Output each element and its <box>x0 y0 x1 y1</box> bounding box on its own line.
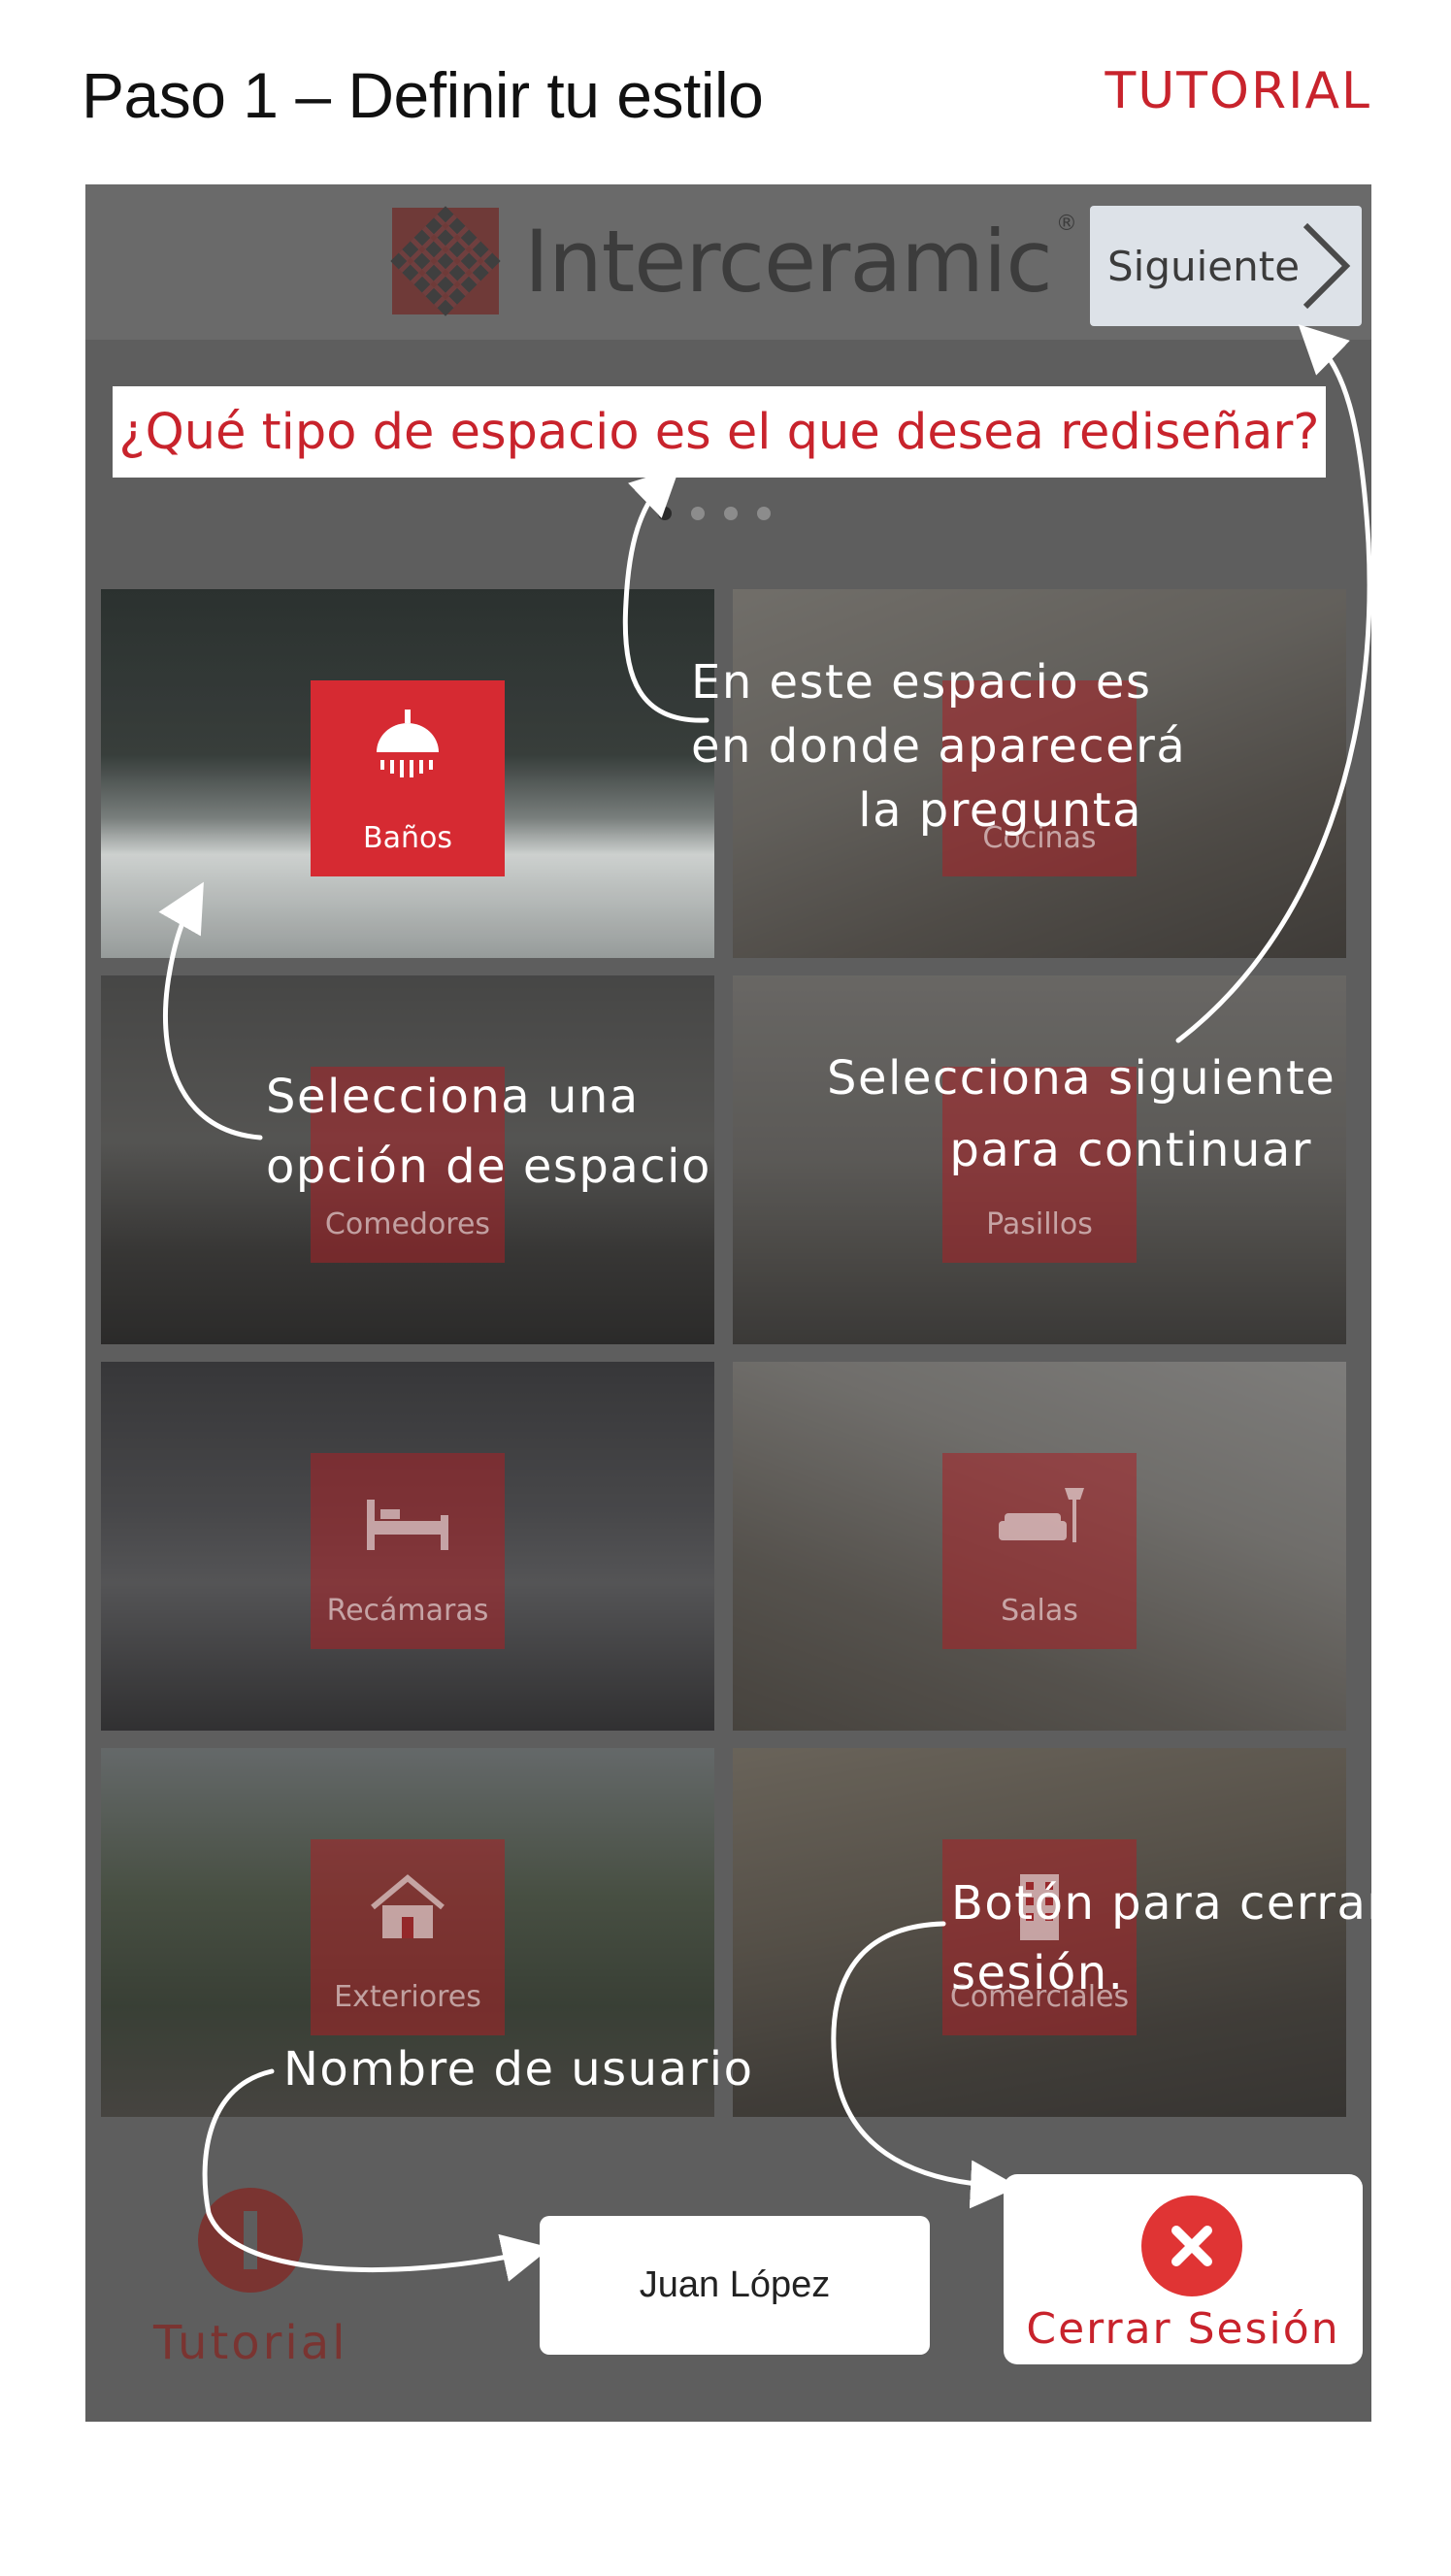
page-dot <box>691 507 705 520</box>
tile-label: Baños <box>363 821 452 855</box>
shower-icon <box>377 710 439 777</box>
select-annotation: Selecciona una opción de espacio <box>266 1070 711 1194</box>
tile-badge: Salas <box>942 1453 1137 1649</box>
tile-badge: Baños <box>311 680 505 876</box>
brand-logo: Interceramic ® <box>390 204 1077 318</box>
user-annotation: Nombre de usuario <box>283 2042 754 2097</box>
page-dot <box>658 507 672 520</box>
page-dot <box>757 507 771 520</box>
tutorial-button-label[interactable]: Tutorial <box>153 2316 347 2370</box>
page-dot <box>724 507 738 520</box>
next-button[interactable]: Siguiente <box>1090 206 1362 326</box>
tutorial-title: TUTORIAL <box>1105 62 1371 120</box>
tile-badge: Recámaras <box>311 1453 505 1649</box>
bed-icon <box>367 1500 448 1550</box>
user-name-box: Juan López <box>540 2216 930 2355</box>
tile-banos[interactable]: Baños <box>101 589 714 958</box>
logout-annotation: Botón para cerrar sesión. <box>951 1876 1388 2000</box>
close-icon <box>1141 2196 1242 2296</box>
app-header: Interceramic ® Siguiente <box>85 184 1371 340</box>
tile-label: Exteriores <box>334 1980 481 2014</box>
question-annotation: En este espacio es en donde aparecerá la… <box>691 655 1187 838</box>
sofa-icon <box>999 1488 1084 1542</box>
tile-badge: Exteriores <box>311 1839 505 2035</box>
page-title: Paso 1 – Definir tu estilo <box>82 59 764 131</box>
next-button-label: Siguiente <box>1107 242 1301 290</box>
house-icon <box>371 1874 445 1938</box>
registered-mark: ® <box>1055 211 1077 236</box>
brand-name: Interceramic <box>524 211 1053 312</box>
logo-mark-icon <box>390 206 501 316</box>
tile-label: Salas <box>1001 1594 1078 1628</box>
page-indicator <box>658 507 771 520</box>
tile-recamaras[interactable]: Recámaras <box>101 1362 714 1731</box>
info-icon[interactable] <box>198 2188 303 2293</box>
tile-label: Comedores <box>324 1207 491 1241</box>
question-banner: ¿Qué tipo de espacio es el que desea red… <box>113 386 1326 478</box>
tile-salas[interactable]: Salas <box>733 1362 1346 1731</box>
chevron-right-icon <box>1303 222 1351 310</box>
next-annotation: Selecciona siguiente para continuar <box>827 1051 1336 1177</box>
tile-label: Recámaras <box>326 1594 489 1628</box>
tile-label: Pasillos <box>986 1207 1093 1241</box>
logout-label: Cerrar Sesión <box>1026 2304 1340 2354</box>
logout-button[interactable]: Cerrar Sesión <box>1004 2174 1363 2364</box>
